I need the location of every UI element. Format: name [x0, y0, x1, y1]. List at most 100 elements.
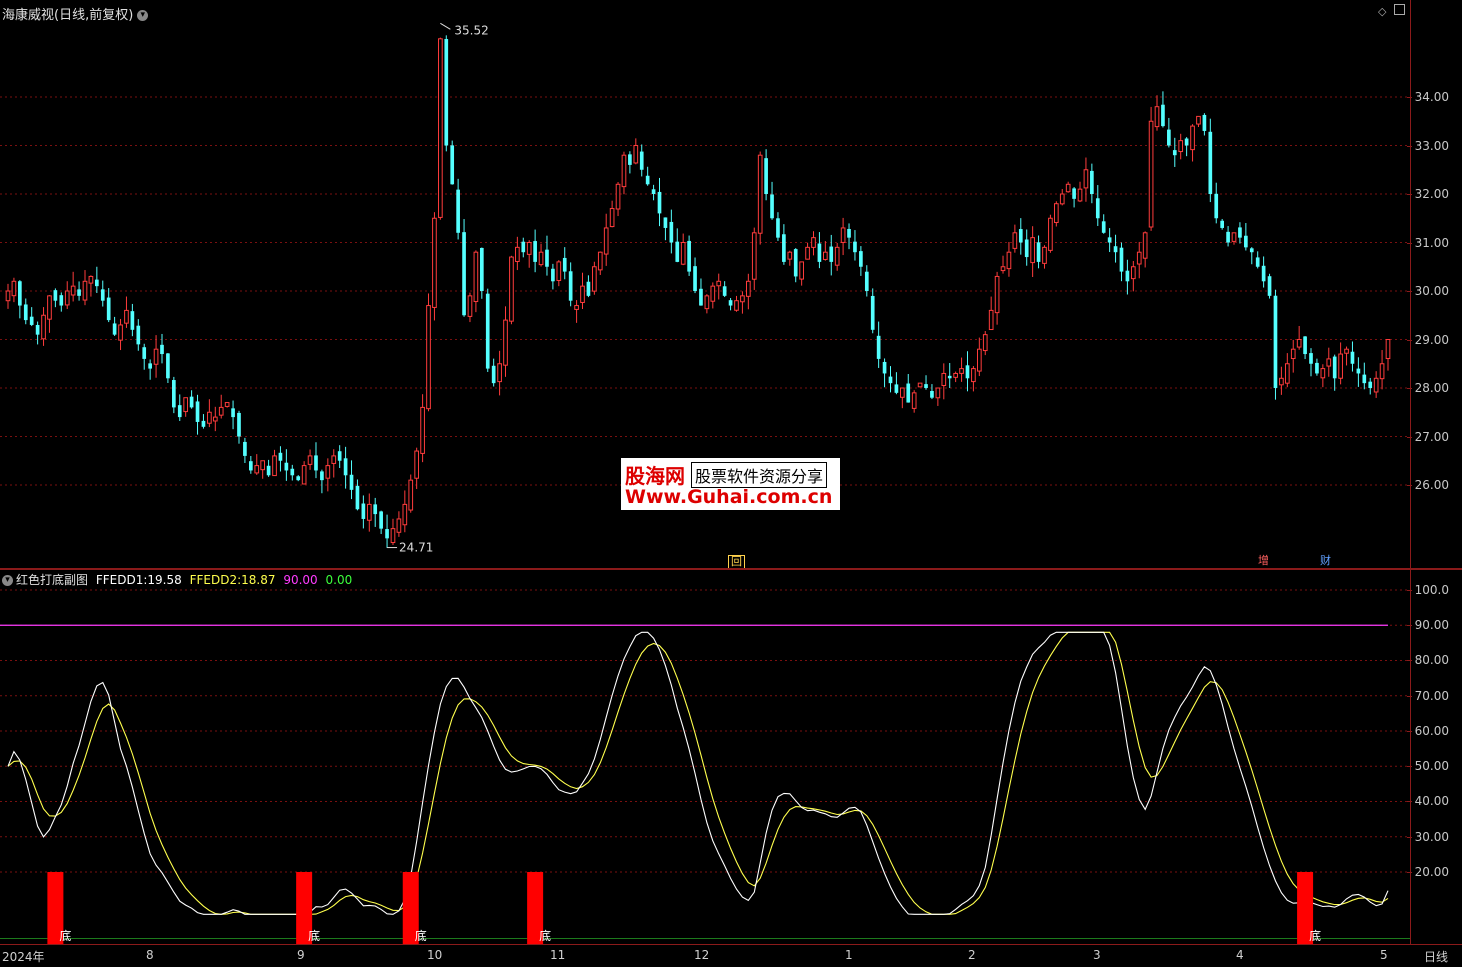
candle-body-down [136, 325, 141, 345]
candle-body-up [153, 348, 159, 365]
period-label[interactable]: 日线 [1424, 948, 1448, 965]
candle-body-down [965, 365, 970, 379]
candle-body-down [1107, 237, 1112, 243]
candle-body-down [882, 361, 887, 374]
bottom-signal-label: 底 [308, 928, 320, 943]
candle-body-up [82, 280, 88, 301]
sub-y-tick: 70.00 [1406, 689, 1449, 703]
candle-body-down [237, 412, 241, 437]
candle-body-down [947, 375, 952, 379]
candle-body-down [95, 279, 99, 287]
candle-body-up [301, 465, 307, 485]
candle-body-up [526, 242, 532, 255]
candle-body-up [254, 465, 260, 474]
watermark-brand: 股海网 [625, 464, 685, 488]
candle-body-down [782, 234, 786, 262]
candle-body-down [23, 304, 28, 321]
ffedd1-label: FFEDD1: [95, 573, 148, 587]
candle-body-down [278, 452, 283, 461]
candle-body-down [651, 189, 656, 194]
candle-body-up [574, 305, 579, 310]
candle-body-up [70, 285, 76, 296]
candle-body-down [77, 289, 81, 296]
candle-body-down [1249, 248, 1254, 253]
candle-body-down [148, 363, 152, 369]
candle-body-up [509, 256, 514, 322]
candle-body-down [462, 232, 466, 316]
level-0-value: 0.00 [325, 573, 353, 587]
candle-body-up [1048, 217, 1053, 251]
candle-body-up [1373, 377, 1379, 393]
candle-body-up [366, 503, 372, 521]
marker-review[interactable]: 回 [728, 555, 745, 569]
candle-body-up [959, 368, 964, 374]
candle-body-up [580, 285, 585, 303]
x-label: 5 [1380, 948, 1388, 962]
indicator-panel[interactable]: 底底底底底底底顶顶 ▾红色打底副图 FFEDD1:19.58 FFEDD2:18… [0, 570, 1412, 945]
candle-body-down [1161, 104, 1165, 127]
marker-add[interactable]: 增 [1256, 555, 1271, 567]
indicator-name: 红色打底副图 [16, 573, 89, 587]
candle-body-down [456, 189, 460, 233]
x-label: 4 [1236, 948, 1244, 962]
x-label: 9 [297, 948, 305, 962]
candle-body-up [1326, 358, 1332, 367]
indicator-chart[interactable]: 底底底底底底底顶顶 [0, 570, 1410, 945]
candle-body-down [1273, 295, 1278, 388]
candle-body-down [18, 281, 22, 306]
candle-body-down [142, 347, 147, 359]
candle-body-down [568, 271, 573, 301]
candle-body-down [248, 461, 253, 471]
x-label: 12 [694, 948, 710, 962]
chevron-down-icon[interactable]: ▾ [2, 575, 13, 586]
candle-body-up [787, 251, 793, 260]
bottom-signal-label: 底 [415, 928, 427, 943]
sub-y-tick: 20.00 [1406, 865, 1449, 879]
candle-body-up [1284, 363, 1290, 384]
sub-y-tick: 60.00 [1406, 724, 1449, 738]
candle-body-up [1065, 183, 1071, 193]
bottom-signal-label: 底 [59, 928, 71, 943]
candle-body-down [1244, 235, 1248, 248]
candle-body-up [402, 503, 408, 526]
candle-body-down [53, 290, 58, 301]
candle-body-down [361, 503, 366, 519]
candle-body-up [538, 251, 544, 266]
candle-body-up [751, 232, 757, 280]
maximize-icon[interactable] [1393, 4, 1405, 15]
candle-body-up [1338, 353, 1343, 379]
candle-body-up [396, 518, 402, 533]
candle-body-down [1184, 138, 1189, 146]
bottom-signal-label: 底 [539, 928, 551, 943]
candle-body-up [390, 528, 396, 544]
main-y-tick: 28.00 [1406, 381, 1449, 395]
candle-body-down [675, 241, 680, 262]
candle-body-up [734, 300, 739, 311]
candle-body-down [639, 151, 644, 170]
x-label: 3 [1093, 948, 1101, 962]
candle-body-down [876, 335, 881, 359]
candle-body-up [633, 145, 639, 164]
main-y-tick: 27.00 [1406, 430, 1449, 444]
candle-body-up [953, 372, 958, 378]
candle-body-down [491, 365, 496, 384]
candle-body-up [680, 242, 686, 265]
candle-body-down [1024, 239, 1029, 258]
candle-body-up [1154, 106, 1160, 128]
candle-body-down [1113, 246, 1118, 253]
candle-body-up [515, 246, 520, 262]
candle-body-up [1083, 169, 1089, 189]
candle-body-up [603, 227, 609, 255]
chevron-down-icon[interactable]: ▾ [137, 10, 149, 21]
candle-body-up [497, 363, 502, 383]
watermark-logo: 股海网 股票软件资源分享 Www.Guhai.com.cn [621, 458, 840, 510]
main-y-tick: 33.00 [1406, 139, 1449, 153]
candle-body-up [272, 455, 277, 477]
sub-y-axis: 100.0 90.00 80.00 70.00 60.00 50.00 40.0… [1406, 570, 1462, 945]
marker-finance[interactable]: 财 [1318, 555, 1333, 567]
candle-body-down [669, 221, 674, 243]
diamond-icon[interactable]: ◇ [1378, 5, 1386, 18]
candle-body-down [847, 228, 851, 238]
candle-body-up [1231, 232, 1237, 242]
candle-body-up [426, 305, 431, 410]
